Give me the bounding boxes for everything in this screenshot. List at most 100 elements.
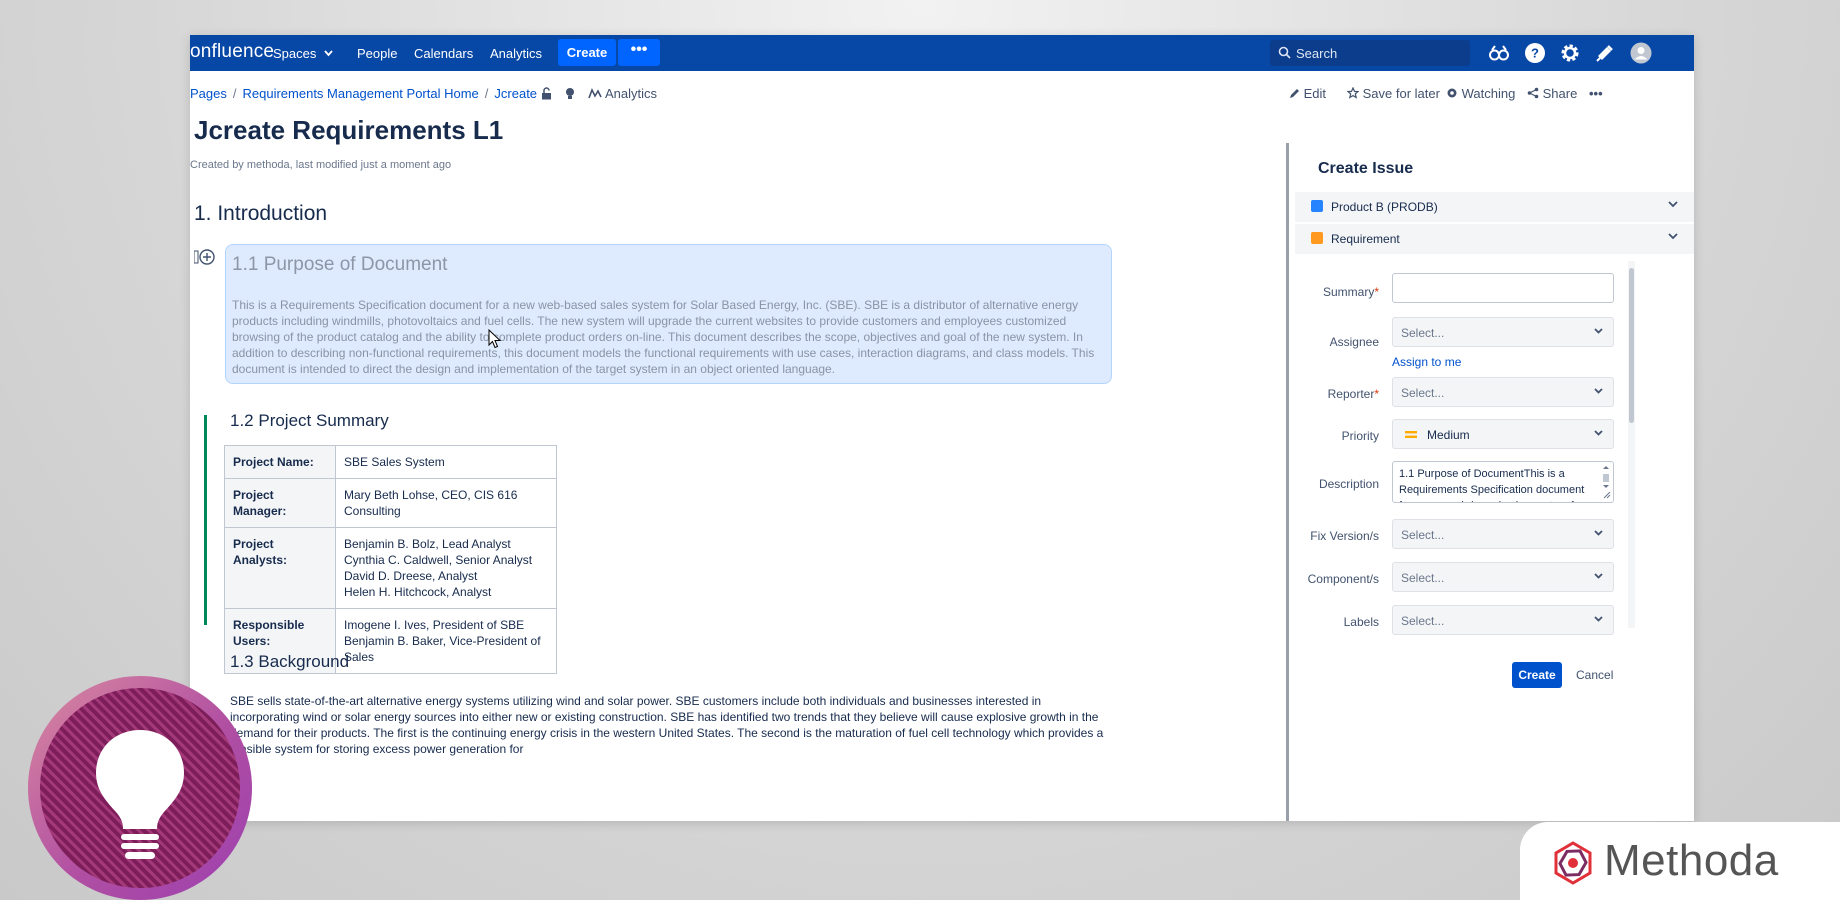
- textarea-scrollbar[interactable]: [1601, 464, 1611, 500]
- mouse-cursor-icon: [488, 329, 501, 349]
- labels-label: Labels: [1343, 615, 1379, 629]
- reporter-select[interactable]: Select...: [1392, 377, 1614, 407]
- labels-value: Select...: [1401, 614, 1445, 628]
- project-value: Product B (PRODB): [1331, 200, 1438, 214]
- watching-button[interactable]: Watching: [1446, 86, 1515, 101]
- priority-value: Medium: [1427, 428, 1470, 442]
- confluence-logo[interactable]: onfluence: [190, 41, 274, 63]
- save-for-later-label: Save for later: [1362, 86, 1440, 101]
- table-row: Project Name: SBE Sales System: [224, 445, 557, 479]
- unlock-icon[interactable]: [541, 87, 552, 100]
- edit-button[interactable]: Edit: [1289, 86, 1326, 101]
- add-content-icon[interactable]: [194, 249, 216, 267]
- help-icon[interactable]: ?: [1524, 42, 1546, 64]
- page-more-button[interactable]: •••: [1589, 86, 1603, 101]
- chevron-down-icon: [1594, 616, 1603, 622]
- component-value: Select...: [1401, 571, 1445, 585]
- table-row: Project Manager: Mary Beth Lohse, CEO, C…: [224, 478, 557, 528]
- heading-background: 1.3 Background: [230, 652, 350, 671]
- nav-spaces[interactable]: Spaces: [273, 46, 333, 61]
- create-button[interactable]: Create: [558, 39, 616, 66]
- search-input[interactable]: Search: [1270, 40, 1470, 66]
- table-row: Project Analysts: Benjamin B. Bolz, Lead…: [224, 527, 557, 609]
- issue-form: Summary* Assignee Select... Assign to me…: [1295, 261, 1635, 639]
- labels-select[interactable]: Select...: [1392, 605, 1614, 635]
- table-value: SBE Sales System: [335, 445, 557, 479]
- panel-divider[interactable]: [1286, 143, 1289, 821]
- lightbulb-icon[interactable]: [565, 87, 575, 100]
- table-key: Project Name:: [224, 445, 336, 479]
- nav-spaces-label: Spaces: [273, 46, 317, 61]
- section-status-bar: [204, 415, 207, 625]
- chevron-down-icon: [1668, 201, 1678, 208]
- chevron-down-icon: [1668, 233, 1678, 240]
- project-selector[interactable]: Product B (PRODB): [1295, 192, 1694, 222]
- assign-to-me-link[interactable]: Assign to me: [1392, 355, 1461, 369]
- fix-version-select[interactable]: Select...: [1392, 519, 1614, 549]
- breadcrumb: Pages / Requirements Management Portal Hom…: [190, 86, 538, 101]
- heading-introduction: 1. Introduction: [194, 202, 328, 225]
- notifications-icon[interactable]: [1594, 42, 1616, 64]
- issue-create-button[interactable]: Create: [1512, 662, 1562, 688]
- chevron-down-icon: [1594, 430, 1603, 436]
- share-icon: [1527, 87, 1539, 99]
- form-scrollbar[interactable]: [1628, 261, 1635, 628]
- table-value: Benjamin B. Bolz, Lead Analyst Cynthia C…: [335, 527, 557, 609]
- methoda-logo-badge: Methoda: [1520, 822, 1840, 900]
- heading-project-summary: 1.2 Project Summary: [230, 411, 389, 430]
- issue-type-selector[interactable]: Requirement: [1295, 224, 1694, 254]
- share-button[interactable]: Share: [1527, 86, 1577, 101]
- nav-people[interactable]: People: [357, 46, 397, 61]
- lightbulb-icon: [96, 730, 184, 859]
- purpose-body: This is a Requirements Specification doc…: [232, 298, 1095, 376]
- top-navigation: onfluence Spaces People Calendars Analyt…: [190, 35, 1694, 71]
- share-label: Share: [1542, 86, 1578, 101]
- description-textarea[interactable]: 1.1 Purpose of DocumentThis is a Require…: [1392, 461, 1614, 503]
- search-icon: [1278, 46, 1291, 59]
- assignee-label: Assignee: [1329, 335, 1379, 349]
- breadcrumb-portal-home[interactable]: Requirements Management Portal Home: [243, 86, 479, 101]
- summary-input[interactable]: [1392, 273, 1614, 303]
- assignee-select[interactable]: Select...: [1392, 317, 1614, 347]
- breadcrumb-jcreate[interactable]: Jcreate: [494, 86, 537, 101]
- chevron-down-icon: [1594, 328, 1603, 334]
- methoda-logo-text: Methoda: [1604, 836, 1779, 885]
- priority-select[interactable]: Medium: [1392, 419, 1614, 449]
- nav-analytics[interactable]: Analytics: [490, 46, 542, 61]
- issue-cancel-button[interactable]: Cancel: [1576, 668, 1613, 682]
- reporter-label: Reporter*: [1327, 387, 1379, 401]
- component-label: Component/s: [1307, 572, 1379, 586]
- binoculars-icon[interactable]: [1488, 42, 1510, 64]
- pencil-icon: [1290, 89, 1299, 98]
- page-byline: Created by methoda, last modified just a…: [190, 159, 452, 171]
- priority-label: Priority: [1341, 429, 1379, 443]
- issue-type-value: Requirement: [1331, 232, 1400, 246]
- assignee-value: Select...: [1401, 326, 1445, 340]
- create-issue-panel: Create Issue Product B (PRODB) Requireme…: [1295, 143, 1694, 821]
- analytics-icon[interactable]: [588, 88, 602, 99]
- save-for-later-button[interactable]: Save for later: [1346, 86, 1440, 101]
- heading-purpose: 1.1 Purpose of Document: [232, 254, 448, 275]
- user-avatar-icon[interactable]: [1630, 42, 1652, 64]
- star-icon: [1346, 86, 1360, 99]
- component-select[interactable]: Select...: [1392, 562, 1614, 592]
- analytics-link[interactable]: Analytics: [605, 86, 657, 101]
- project-summary-table: Project Name: SBE Sales System Project M…: [224, 445, 557, 674]
- table-value: Mary Beth Lohse, CEO, CIS 616 Consulting: [335, 478, 557, 528]
- project-icon: [1311, 200, 1323, 212]
- background-body: SBE sells state-of-the-art alternative e…: [230, 694, 1104, 756]
- fix-version-value: Select...: [1401, 528, 1445, 542]
- form-scrollbar-thumb[interactable]: [1629, 268, 1634, 423]
- breadcrumb-pages[interactable]: Pages: [190, 86, 227, 101]
- lightbulb-badge-pattern: [40, 688, 240, 888]
- svg-text:?: ?: [1531, 46, 1539, 61]
- edit-label: Edit: [1303, 86, 1327, 101]
- chevron-down-icon: [1594, 530, 1603, 536]
- chevron-down-icon: [1594, 388, 1603, 394]
- chevron-down-icon: [324, 50, 333, 57]
- gear-icon[interactable]: [1559, 42, 1581, 64]
- purpose-section-selected[interactable]: 1.1 Purpose of Document This is a Requir…: [225, 244, 1112, 384]
- fix-version-label: Fix Version/s: [1310, 529, 1379, 543]
- create-more-button[interactable]: •••: [618, 39, 660, 66]
- nav-calendars[interactable]: Calendars: [414, 46, 473, 61]
